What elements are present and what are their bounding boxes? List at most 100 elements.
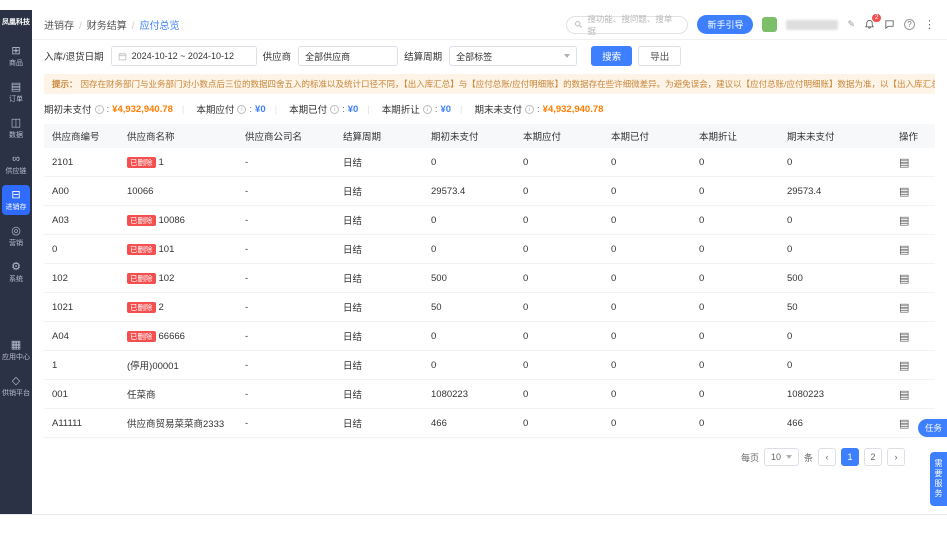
cell-company-name: - [245,388,249,400]
detail-icon[interactable]: ▤ [899,215,909,227]
more-icon[interactable]: ⋮ [924,18,935,31]
info-icon[interactable] [94,104,104,114]
cell-company-name: - [245,214,249,226]
main-area: 进销存 财务结算 应付总览 搜功能、搜问题、搜单据 新手引导 ✎ [32,10,947,514]
info-icon[interactable] [330,104,340,114]
cell-supplier-name: 任菜商 [119,387,237,401]
sidebar-item-label: 营销 [9,240,23,247]
cell-company-name: - [245,243,249,255]
cell-payable: 0 [523,359,529,371]
supplier-input[interactable]: 全部供应商 [298,46,399,66]
breadcrumb-item[interactable]: 进销存 [44,17,74,32]
chevron-down-icon [564,54,571,58]
cell-supplier-name: 已删除 102 [119,272,237,284]
col-paid: 本期已付 [611,132,650,143]
cell-paid: 0 [611,359,617,371]
per-page-select[interactable]: 10 [763,448,799,466]
cell-paid: 0 [611,330,617,342]
sidebar-item[interactable]: ⚙ 系统 [2,257,30,287]
cell-payable: 0 [523,301,529,313]
sidebar-nav: ⊞ 商品 ▤ 订单 ◫ 数据 ∞ 供应链 ⊟ 进销存 ◎ 营销 ⚙ 系统 [2,41,30,293]
cell-supplier-code: 0 [52,243,58,255]
sidebar-item[interactable]: ⊟ 进销存 [2,185,30,215]
cell-payable: 0 [523,185,529,197]
cell-supplier-name: 已删除 1 [119,156,237,168]
help-icon[interactable]: ? [904,19,915,30]
sidebar-item[interactable]: ◇ 供销平台 [2,371,30,401]
summary-item-label: 本期折让 [381,105,420,116]
col-supplier-name: 供应商名称 [127,132,175,143]
detail-icon[interactable]: ▤ [899,331,909,343]
detail-icon[interactable]: ▤ [899,418,909,430]
cell-payable: 0 [523,214,529,226]
top-bar: 进销存 财务结算 应付总览 搜功能、搜问题、搜单据 新手引导 ✎ [32,10,947,40]
cell-begin-unpaid: 466 [431,417,447,429]
cell-paid: 0 [611,214,617,226]
detail-icon[interactable]: ▤ [899,302,909,314]
breadcrumb-item[interactable]: 应付总览 [127,17,180,32]
export-button[interactable]: 导出 [638,46,682,66]
cell-end-unpaid: 1080223 [787,388,824,400]
supplier-name-text: 任菜商 [127,390,156,401]
cell-cycle: 日结 [343,216,363,227]
sidebar-item[interactable]: ◎ 营销 [2,221,30,251]
notice-text: 因存在财务部门与业务部门对小数点后三位的数据四舍五入的标准以及统计口径不同，【出… [80,79,935,89]
task-floating-button[interactable]: 任务 [917,419,947,437]
detail-icon[interactable]: ▤ [899,157,909,169]
cell-end-unpaid: 0 [787,330,793,342]
sidebar-item-label: 订单 [9,96,23,103]
next-page-button[interactable]: › [887,448,905,466]
service-floating-tab[interactable]: 需要服务 [930,452,947,506]
per-page-unit: 条 [803,452,813,463]
cell-supplier-name: 10066 [119,186,237,197]
cell-cycle: 日结 [343,158,363,169]
summary-colon [435,104,438,115]
cycle-select[interactable]: 全部标签 [449,46,578,66]
cell-begin-unpaid: 1080223 [431,388,468,400]
detail-icon[interactable]: ▤ [899,360,909,372]
prev-page-button[interactable]: ‹ [818,448,836,466]
message-icon[interactable] [884,19,895,30]
table-row: 0 已删除 101 - 日结 0 0 0 0 0 ▤ [44,235,935,264]
cell-begin-unpaid: 0 [431,359,437,371]
summary-colon [537,104,540,115]
info-icon[interactable] [237,104,247,114]
sidebar-item-label: 系统 [9,276,23,283]
global-search-input[interactable]: 搜功能、搜问题、搜单据 [566,14,689,36]
breadcrumb-item[interactable]: 财务结算 [74,17,127,32]
sidebar-item[interactable]: ∞ 供应链 [2,149,30,179]
table-row: A03 已删除 10086 - 日结 0 0 0 0 0 ▤ [44,206,935,235]
pagination: 每页 10 条 ‹ 1 2 › [32,438,947,466]
cell-discount: 0 [699,301,705,313]
sidebar-item[interactable]: ▦ 应用中心 [2,335,30,365]
deleted-badge: 已删除 [127,272,156,284]
sidebar-item[interactable]: ▤ 订单 [2,77,30,107]
deleted-badge: 已删除 [127,156,156,168]
page-number-button[interactable]: 2 [864,448,882,466]
table-row: 1 (停用)00001 - 日结 0 0 0 0 0 ▤ [44,351,935,380]
detail-icon[interactable]: ▤ [899,273,909,285]
table-row: A00 10066 - 日结 29573.4 0 0 0 29573.4 ▤ [44,177,935,206]
page-number-button[interactable]: 1 [841,448,859,466]
notification-bell-icon[interactable]: 2 [864,14,881,30]
date-range-input[interactable]: 2024-10-12 ~ 2024-10-12 [110,46,257,66]
search-button[interactable]: 搜索 [591,46,633,66]
summary-bar: 期初未支付 ¥4,932,940.78 本期应付 ¥0 本期已付 ¥ [32,94,947,120]
detail-icon[interactable]: ▤ [899,244,909,256]
info-icon[interactable] [422,104,432,114]
edit-profile-icon[interactable]: ✎ [847,19,855,30]
avatar[interactable] [762,17,778,32]
sidebar-item-label: 应用中心 [2,354,30,361]
info-icon[interactable] [525,104,535,114]
filter-bar: 入库/退货日期 2024-10-12 ~ 2024-10-12 供应商 全部供应… [32,40,947,72]
detail-icon[interactable]: ▤ [899,389,909,401]
beginner-guide-button[interactable]: 新手引导 [697,15,754,34]
app-window: 凤凰科技 ⊞ 商品 ▤ 订单 ◫ 数据 ∞ 供应链 ⊟ 进销存 ◎ 营销 ⚙ 系… [0,10,947,515]
detail-icon[interactable]: ▤ [899,186,909,198]
cell-company-name: - [245,417,249,429]
sidebar-item[interactable]: ◫ 数据 [2,113,30,143]
supplier-name-text: 供应商贸易菜菜商2333 [127,419,225,430]
cell-begin-unpaid: 50 [431,301,442,313]
sidebar-item[interactable]: ⊞ 商品 [2,41,30,71]
col-end-unpaid: 期末未支付 [787,132,835,143]
